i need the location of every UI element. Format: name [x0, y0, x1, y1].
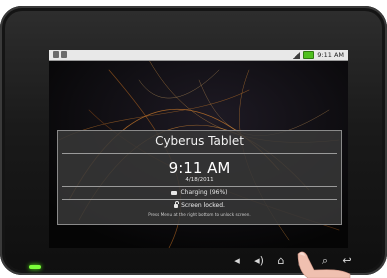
lock-icon [174, 200, 179, 208]
volume-down-icon[interactable]: ◂ [230, 254, 244, 268]
tablet-device: 9:11 AM Cyberus Tablet 9:11 AM 4/18/2011… [0, 6, 387, 275]
usb-icon [53, 51, 59, 58]
home-icon[interactable]: ⌂ [274, 254, 288, 268]
volume-up-icon[interactable]: ◂) [252, 254, 266, 268]
device-name: Cyberus Tablet [155, 134, 244, 148]
finger-pointer [297, 251, 351, 278]
status-bar: 9:11 AM [49, 50, 348, 61]
lock-time: 9:11 AM [168, 159, 231, 177]
plug-icon [171, 190, 178, 195]
sd-card-icon [61, 51, 67, 58]
status-clock: 9:11 AM [317, 51, 344, 59]
battery-icon [303, 51, 315, 59]
charging-status: Charging (96%) [58, 189, 341, 196]
signal-icon [293, 51, 301, 59]
unlock-hint: Press Menu at the right bottom to unlock… [148, 212, 251, 217]
divider [62, 153, 337, 154]
locked-text: Screen locked. [181, 202, 225, 209]
divider [62, 186, 337, 187]
lock-date: 4/18/2011 [185, 177, 214, 183]
power-led [29, 265, 41, 269]
locked-status: Screen locked. [58, 200, 341, 209]
lock-screen-panel: Cyberus Tablet 9:11 AM 4/18/2011 Chargin… [57, 130, 342, 225]
divider [62, 199, 337, 200]
tablet-screen[interactable]: 9:11 AM Cyberus Tablet 9:11 AM 4/18/2011… [49, 50, 348, 248]
charging-text: Charging (96%) [180, 189, 228, 196]
